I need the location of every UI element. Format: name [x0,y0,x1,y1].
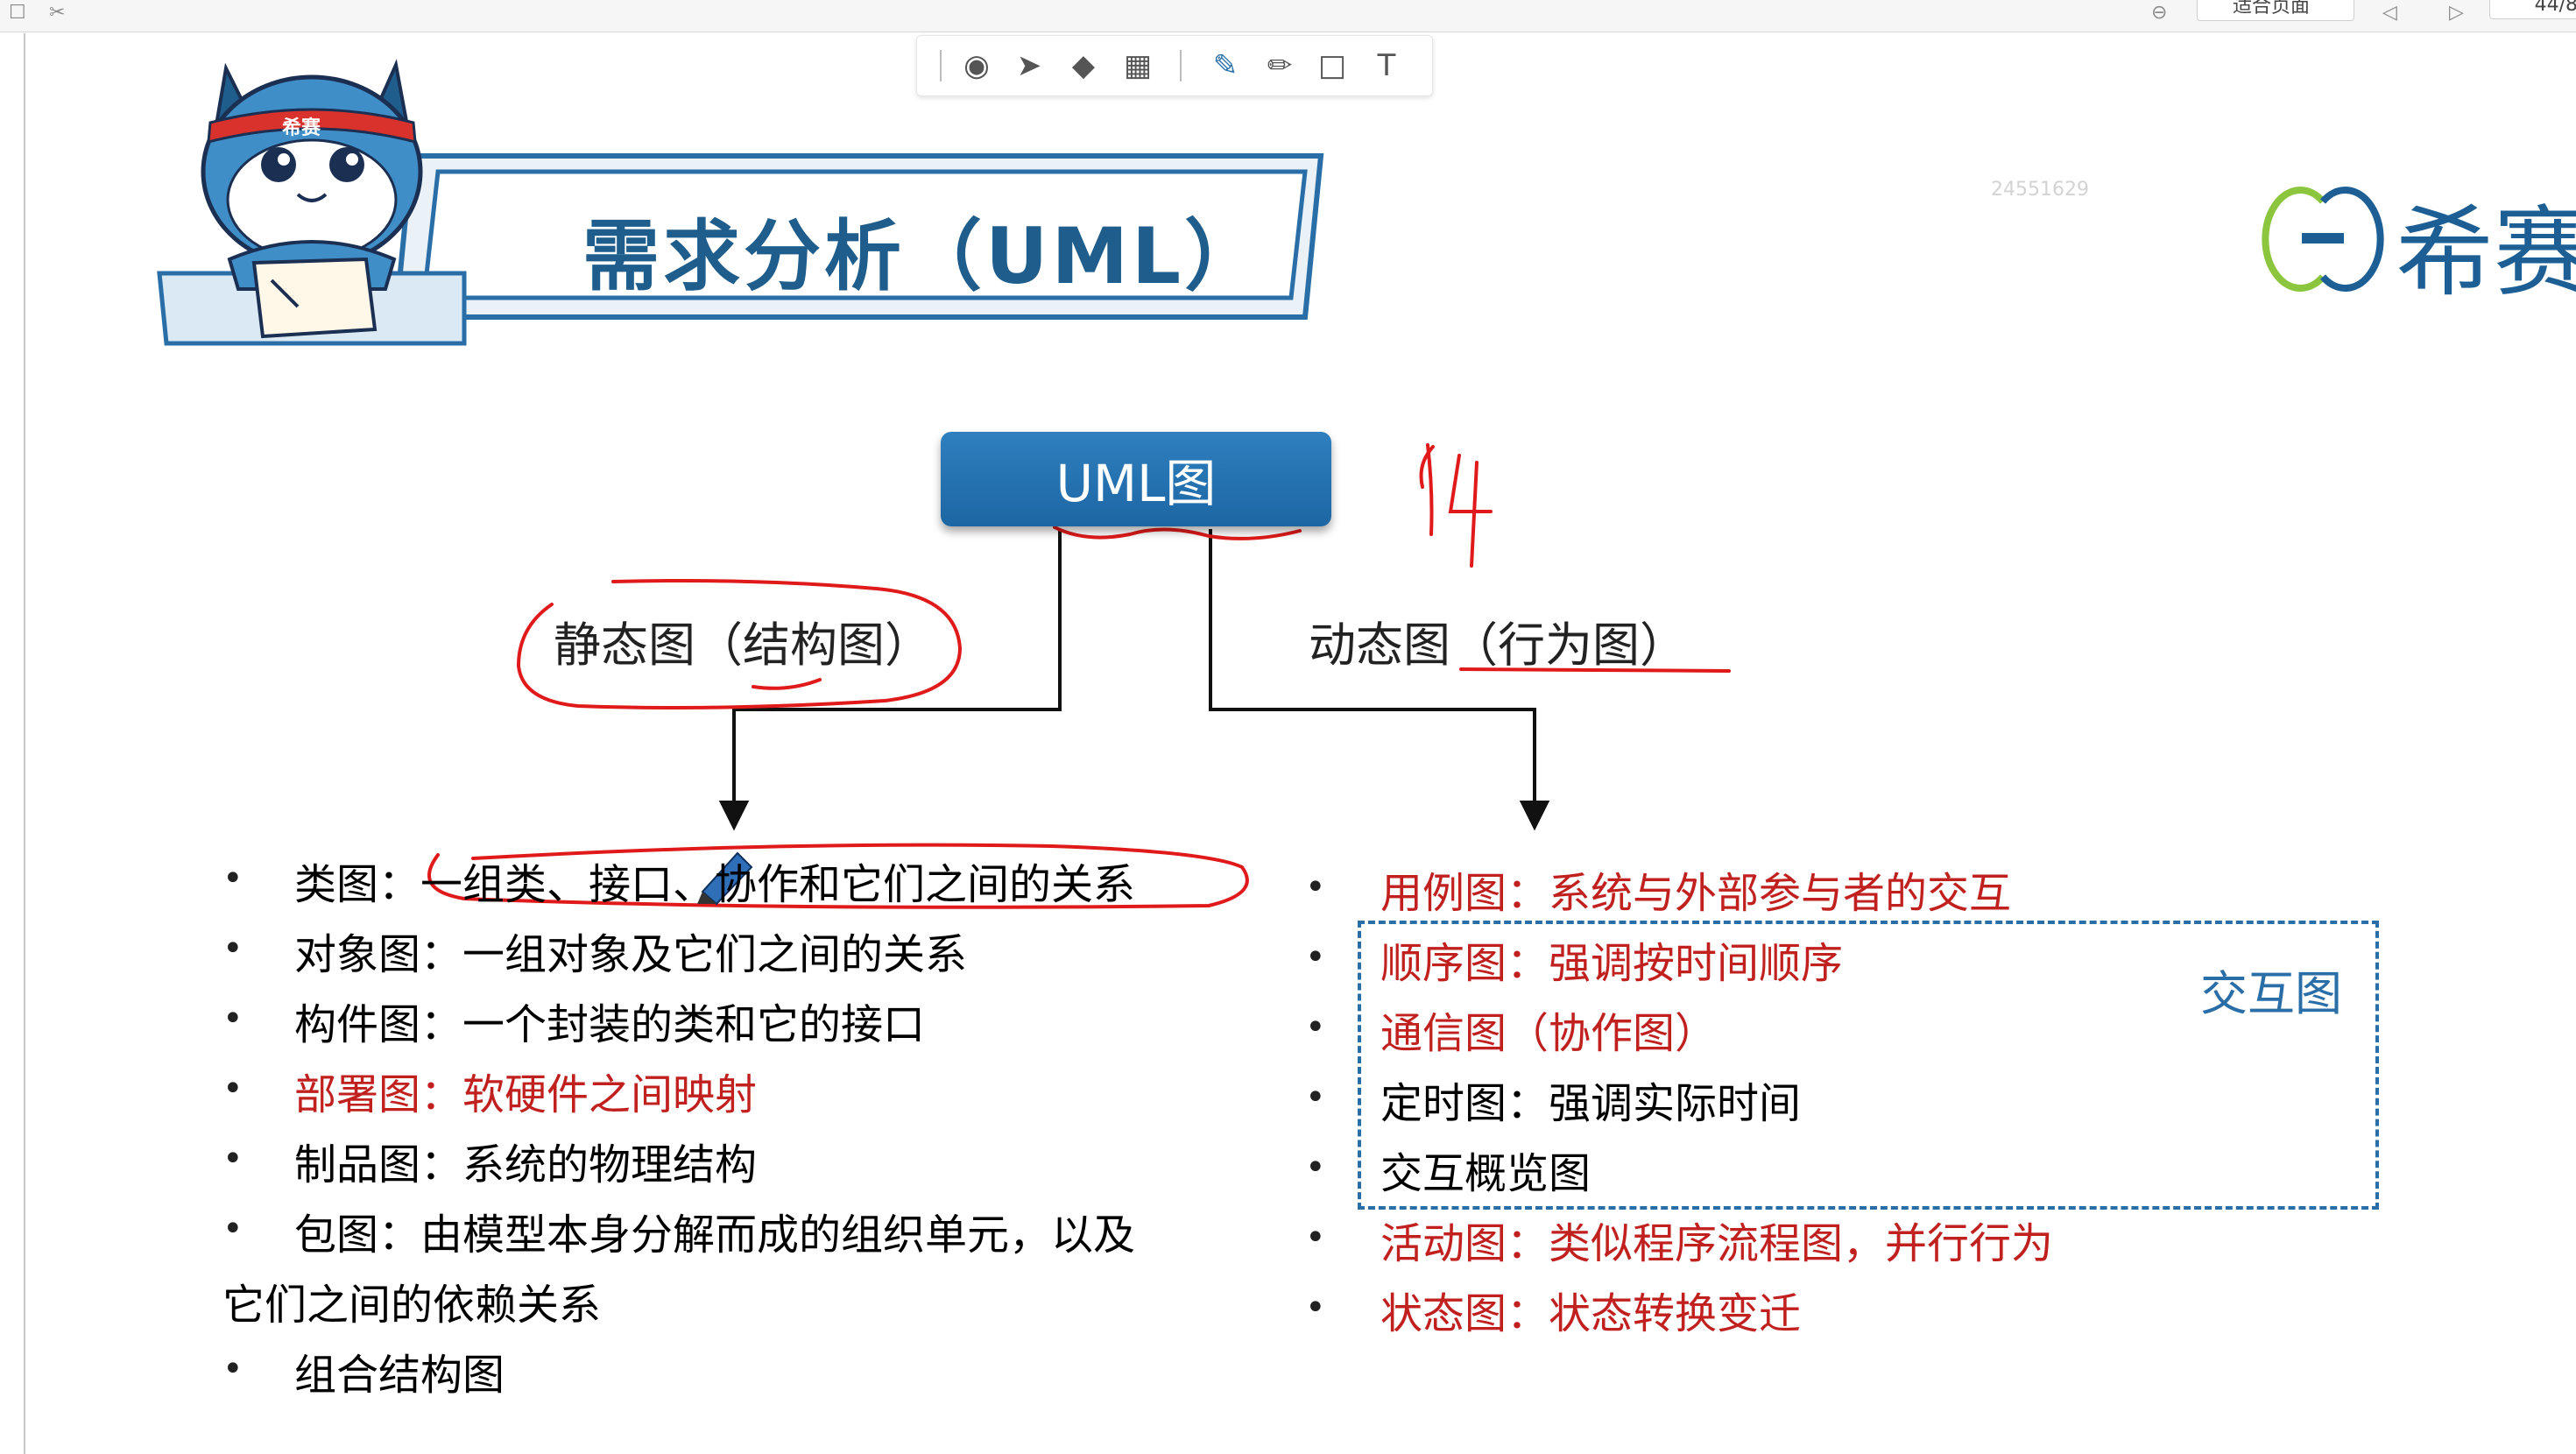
select-arrow-icon[interactable]: ➤ [1010,46,1048,85]
bullet: • [1305,1218,1326,1258]
bullet: • [1305,1007,1326,1048]
brand-logo [2262,187,2384,292]
laser-pointer-icon[interactable]: ◉ [957,46,996,85]
list-item: 组合结构图 [294,1351,505,1400]
bullet: • [222,858,243,899]
list-item: 通信图（协作图） [1380,1009,1718,1058]
list-item: 定时图：强调实际时间 [1380,1079,1802,1128]
brand-name: 希赛 [2396,196,2576,310]
bullet: • [222,999,243,1039]
bullet: • [222,1349,243,1389]
bullet: • [1305,937,1326,978]
bullet: • [1305,1288,1326,1328]
list-item: 交互概览图 [1380,1149,1591,1198]
watermark-id: 24551629 [1991,179,2089,201]
eraser-icon[interactable]: ◆ [1064,46,1103,85]
list-item: 制品图：系统的物理结构 [294,1140,758,1189]
drawing-toolbar: ◉ ➤ ◆ ▦ ✎ ✏ □ T [916,35,1433,96]
list-item: 类图：一组类、接口、协作和它们之间的关系 [294,860,1136,909]
highlighter-icon[interactable]: ✎ [1206,46,1245,85]
bullet: • [1305,1077,1326,1118]
bullet: • [222,1139,243,1179]
clear-brush-icon[interactable]: ▦ [1119,46,1157,85]
rectangle-icon[interactable]: □ [1313,46,1352,85]
list-item: 构件图：一个封装的类和它的接口 [294,1000,926,1049]
list-item: 用例图：系统与外部参与者的交互 [1380,869,2012,918]
list-item: 状态图：状态转换变迁 [1380,1289,1802,1338]
pen-icon[interactable]: ✏ [1260,46,1299,85]
slide-title: 需求分析（UML） [582,211,1266,301]
toolbar-grip [940,50,942,81]
list-item: 包图：由模型本身分解而成的组织单元，以及 [294,1210,1136,1260]
bullet: • [1305,1147,1326,1188]
tree-connectors [718,529,1550,831]
list-item: 部署图：软硬件之间映射 [294,1070,758,1119]
list-item: 对象图：一组对象及它们之间的关系 [294,930,968,979]
interaction-group-label: 交互图 [2200,966,2342,1021]
bullet: • [222,928,243,969]
toolbar-separator [1180,50,1182,81]
bullet: • [222,1069,243,1109]
uml-root-node: UML图 [941,432,1331,526]
list-item: 顺序图：强调按时间顺序 [1380,939,1844,988]
bullet: • [1305,867,1326,907]
list-item-continuation: 它们之间的依赖关系 [222,1281,602,1330]
dynamic-branch-label: 动态图（行为图） [1309,618,1687,673]
static-branch-label: 静态图（结构图） [554,618,932,673]
text-tool-icon[interactable]: T [1367,46,1406,85]
bullet: • [222,1209,243,1249]
mascot-headband-text: 希赛 [282,117,321,139]
list-item: 活动图：类似程序流程图，并行行为 [1380,1219,2054,1268]
